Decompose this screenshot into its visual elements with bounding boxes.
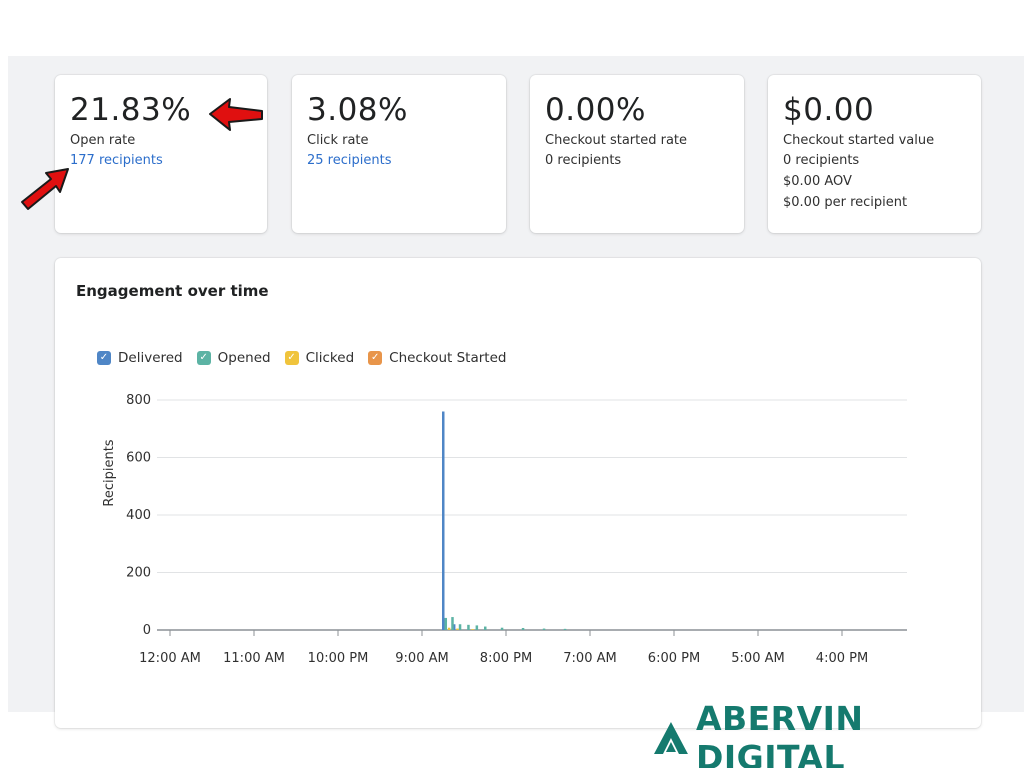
- checkout-started-value-aov: $0.00 AOV: [783, 174, 852, 189]
- click-rate-label: Click rate: [307, 133, 369, 148]
- open-rate-recipients-link[interactable]: 177 recipients: [70, 150, 252, 171]
- x-tick-label: 11:00 AM: [223, 651, 285, 666]
- bar-opened: [484, 626, 487, 630]
- x-tick-label: 7:00 AM: [563, 651, 616, 666]
- y-tick-label: 800: [126, 393, 151, 408]
- checkout-started-value-label: Checkout started value: [783, 133, 935, 148]
- engagement-chart-card: Engagement over time ✓ Delivered ✓ Opene…: [55, 258, 981, 728]
- click-rate-value: 3.08%: [307, 92, 408, 128]
- y-tick-label: 400: [126, 508, 151, 523]
- checkout-started-value-recipients: 0 recipients: [783, 153, 860, 168]
- brand-name: ABERVIN DIGITAL: [695, 699, 864, 768]
- brand-logo: ABERVIN DIGITAL: [652, 699, 1024, 768]
- red-arrow-icon: [21, 168, 69, 210]
- x-axis-ticks: 12:00 AM 11:00 AM 10:00 PM 9:00 AM 8:00 PM 7:…: [139, 630, 868, 666]
- y-tick-label: 0: [143, 623, 151, 638]
- x-tick-label: 12:00 AM: [139, 651, 201, 666]
- bar-opened: [521, 627, 525, 630]
- y-axis-label: Recipients: [102, 439, 117, 506]
- open-rate-label: Open rate: [70, 133, 136, 148]
- x-tick-label: 4:00 PM: [816, 651, 868, 666]
- red-arrow-icon: [209, 98, 263, 131]
- brand-mark-icon: [653, 722, 688, 754]
- bar-opened: [475, 625, 479, 630]
- checkout-started-rate-value: 0.00%: [545, 92, 646, 128]
- chart-bars: [442, 411, 567, 630]
- chart-gridlines: [157, 399, 907, 631]
- bar-opened: [500, 627, 504, 630]
- bar-clicked: [447, 627, 451, 630]
- click-rate-recipients-link[interactable]: 25 recipients: [307, 150, 491, 171]
- checkout-started-value-card: $0.00 Checkout started value 0 recipient…: [768, 75, 981, 233]
- y-tick-label: 200: [126, 566, 151, 581]
- bar-delivered: [442, 411, 445, 630]
- bar-clicked: [471, 629, 474, 630]
- bar-clicked: [456, 628, 459, 630]
- engagement-chart: 0 200 400 600 800 12:00 AM 11:00 AM 10:00 PM 9:…: [102, 393, 907, 666]
- checkout-started-rate-label: Checkout started rate: [545, 133, 688, 148]
- bar-opened: [467, 624, 470, 630]
- x-tick-label: 6:00 PM: [648, 651, 700, 666]
- y-tick-label: 600: [126, 451, 151, 466]
- checkout-started-rate-card: 0.00% Checkout started rate 0 recipients: [530, 75, 744, 233]
- x-tick-label: 5:00 AM: [731, 651, 784, 666]
- x-tick-label: 10:00 PM: [308, 651, 369, 666]
- checkout-started-value-per-recipient: $0.00 per recipient: [783, 195, 908, 210]
- checkout-started-value-value: $0.00: [783, 92, 875, 128]
- checkout-started-rate-recipients: 0 recipients: [545, 153, 622, 168]
- x-tick-label: 8:00 PM: [480, 651, 532, 666]
- x-tick-label: 9:00 AM: [395, 651, 448, 666]
- bar-opened: [458, 624, 462, 630]
- bar-opened: [563, 628, 567, 630]
- bar-opened: [444, 617, 448, 630]
- bar-opened: [542, 628, 546, 630]
- click-rate-card: 3.08% Click rate 25 recipients: [292, 75, 506, 233]
- bar-opened: [451, 617, 454, 630]
- y-axis-ticks: 0 200 400 600 800: [126, 393, 151, 638]
